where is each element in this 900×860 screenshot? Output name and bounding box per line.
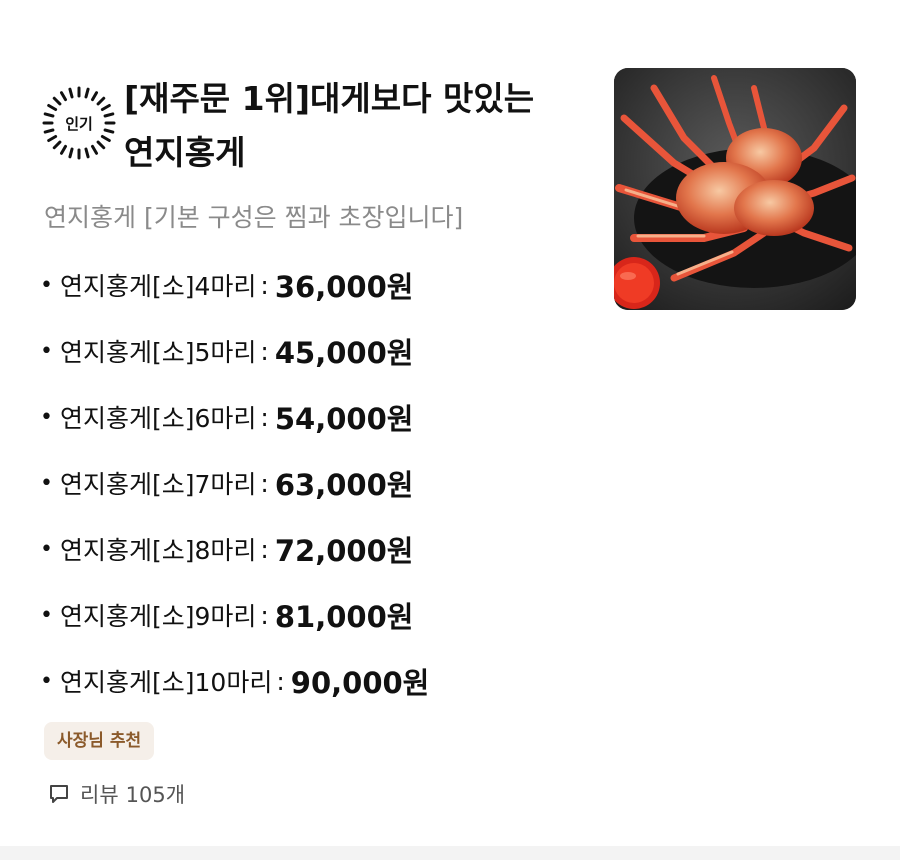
option-separator: : <box>276 666 285 696</box>
bullet: • <box>40 668 53 694</box>
bullet: • <box>40 602 53 628</box>
price-option: • 연지홍게[소]4마리 : 36,000원 <box>40 252 429 318</box>
menu-title: [재주문 1위]대게보다 맛있는 연지홍게 <box>124 72 594 180</box>
option-price: 45,000원 <box>274 336 414 370</box>
option-name: 연지홍게[소]6마리 <box>60 404 257 433</box>
bullet: • <box>40 404 53 430</box>
option-name: 연지홍게[소]10마리 <box>60 668 273 697</box>
option-price: 81,000원 <box>274 600 414 634</box>
price-option: • 연지홍게[소]7마리 : 63,000원 <box>40 450 429 516</box>
option-name: 연지홍게[소]7마리 <box>60 470 257 499</box>
price-option: • 연지홍게[소]8마리 : 72,000원 <box>40 516 429 582</box>
menu-photo[interactable] <box>614 68 856 310</box>
speech-bubble-icon <box>48 783 70 805</box>
bullet: • <box>40 536 53 562</box>
option-price: 54,000원 <box>274 402 414 436</box>
option-price: 36,000원 <box>274 270 414 304</box>
option-name: 연지홍게[소]8마리 <box>60 536 257 565</box>
price-option: • 연지홍게[소]5마리 : 45,000원 <box>40 318 429 384</box>
review-label: 리뷰 <box>80 783 119 807</box>
option-separator: : <box>260 600 269 630</box>
menu-description: 연지홍게 [기본 구성은 찜과 초장입니다] <box>44 203 464 232</box>
review-number: 105개 <box>125 783 186 807</box>
owner-recommend-tag: 사장님 추천 <box>44 722 155 760</box>
section-divider <box>0 846 900 860</box>
option-name: 연지홍게[소]9마리 <box>60 602 257 631</box>
bullet: • <box>40 338 53 364</box>
option-separator: : <box>260 534 269 564</box>
review-count: 리뷰 105개 <box>48 776 185 812</box>
option-separator: : <box>260 270 269 300</box>
option-separator: : <box>260 336 269 366</box>
red-snow-crab-photo <box>614 68 856 310</box>
option-price: 63,000원 <box>274 468 414 502</box>
option-separator: : <box>260 402 269 432</box>
popular-badge: 인기 <box>42 86 116 160</box>
bullet: • <box>40 272 53 298</box>
bullet: • <box>40 470 53 496</box>
option-separator: : <box>260 468 269 498</box>
option-name: 연지홍게[소]5마리 <box>60 338 257 367</box>
price-option: • 연지홍게[소]10마리 : 90,000원 <box>40 648 429 714</box>
option-price: 72,000원 <box>274 534 414 568</box>
option-price: 90,000원 <box>290 666 430 700</box>
menu-title-line1: [재주문 1위]대게보다 맛있는 <box>124 79 535 118</box>
menu-item-card[interactable]: 인기 [재주문 1위]대게보다 맛있는 연지홍게 연지홍게 [기본 구성은 찜과… <box>0 0 900 846</box>
badge-label: 인기 <box>65 114 93 133</box>
price-option-list: • 연지홍게[소]4마리 : 36,000원 • 연지홍게[소]5마리 : 45… <box>40 252 429 714</box>
option-name: 연지홍게[소]4마리 <box>60 272 257 301</box>
price-option: • 연지홍게[소]9마리 : 81,000원 <box>40 582 429 648</box>
price-option: • 연지홍게[소]6마리 : 54,000원 <box>40 384 429 450</box>
menu-title-line2: 연지홍게 <box>124 133 246 172</box>
